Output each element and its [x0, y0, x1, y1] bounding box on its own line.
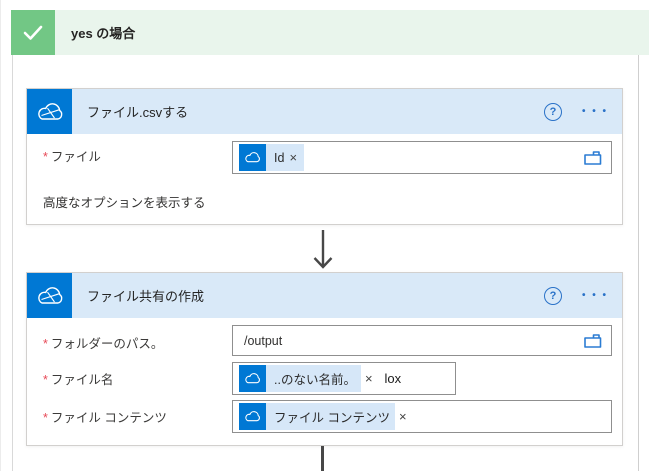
- token-label: ..のない名前。: [266, 369, 361, 388]
- dynamic-token[interactable]: Id ×: [239, 144, 304, 171]
- connector-arrow: [309, 229, 337, 271]
- connector-line: [321, 446, 324, 471]
- more-menu-icon[interactable]: • • •: [582, 106, 608, 117]
- remove-token-icon[interactable]: ×: [365, 371, 380, 386]
- onedrive-token-icon: [239, 365, 266, 392]
- onedrive-icon: [27, 273, 72, 318]
- field-label-folder-path: *フォルダーのパス。: [43, 333, 163, 352]
- help-icon[interactable]: ?: [544, 103, 562, 121]
- check-icon: [11, 10, 55, 55]
- folder-path-value: /output: [239, 334, 282, 348]
- folder-picker-icon[interactable]: [583, 149, 603, 166]
- action-card-1: ファイル.csvする ? • • • *ファイル Id ×: [26, 88, 623, 225]
- more-menu-icon[interactable]: • • •: [582, 290, 608, 301]
- required-marker: *: [43, 337, 48, 351]
- advanced-options-link[interactable]: 高度なオプションを表示する: [43, 192, 206, 211]
- remove-token-icon[interactable]: ×: [289, 150, 304, 165]
- token-label: ファイル コンテンツ: [266, 407, 395, 426]
- file-name-suffix-text: lox: [385, 371, 402, 386]
- file-field-input[interactable]: Id ×: [232, 141, 612, 174]
- action-card-2: ファイル共有の作成 ? • • • *フォルダーのパス。 /output *ファ…: [26, 272, 623, 446]
- branch-left-border: [12, 55, 13, 471]
- branch-right-border: [638, 55, 639, 471]
- action-card-2-header[interactable]: ファイル共有の作成 ? • • •: [27, 273, 622, 318]
- required-marker: *: [43, 150, 48, 164]
- dynamic-token[interactable]: ..のない名前。: [239, 365, 361, 392]
- required-marker: *: [43, 373, 48, 387]
- card-title: ファイル共有の作成: [87, 286, 204, 305]
- token-label: Id: [266, 151, 289, 165]
- file-name-input[interactable]: ..のない名前。 × lox: [232, 362, 456, 395]
- required-marker: *: [43, 411, 48, 425]
- card-title: ファイル.csvする: [87, 102, 188, 121]
- field-label-file: *ファイル: [43, 146, 101, 165]
- onedrive-icon: [27, 89, 72, 134]
- onedrive-token-icon: [239, 144, 266, 171]
- remove-token-icon[interactable]: ×: [399, 409, 414, 424]
- condition-yes-branch-header[interactable]: yes の場合: [11, 10, 649, 55]
- help-icon[interactable]: ?: [544, 287, 562, 305]
- flow-canvas: yes の場合 ファイル.csvする ? • • • *ファイル: [0, 0, 649, 471]
- action-card-1-header[interactable]: ファイル.csvする ? • • •: [27, 89, 622, 134]
- field-label-file-name: *ファイル名: [43, 369, 113, 388]
- folder-picker-icon[interactable]: [583, 332, 603, 349]
- field-label-file-content: *ファイル コンテンツ: [43, 407, 167, 426]
- branch-label: yes の場合: [71, 23, 135, 42]
- dynamic-token[interactable]: ファイル コンテンツ: [239, 403, 395, 430]
- folder-path-input[interactable]: /output: [232, 325, 612, 356]
- onedrive-token-icon: [239, 403, 266, 430]
- file-content-input[interactable]: ファイル コンテンツ ×: [232, 400, 612, 433]
